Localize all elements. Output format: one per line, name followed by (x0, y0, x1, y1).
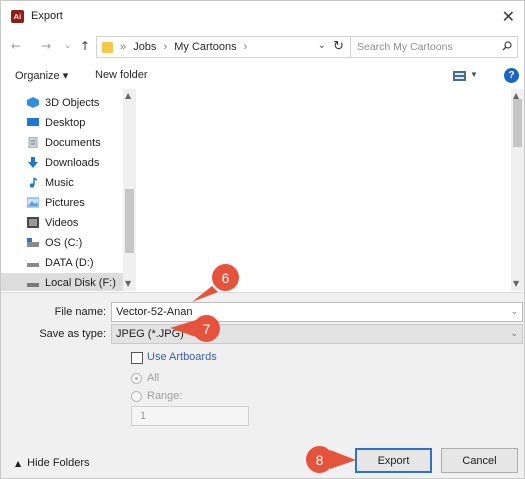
desktop-icon (27, 118, 39, 126)
dialog-title: Export (31, 10, 63, 22)
export-dialog: Ai Export ✕ ← → ⌄ ↑ » Jobs › My Cartoons… (0, 0, 525, 479)
arrow-left-icon[interactable]: ← (11, 39, 21, 53)
save-as-type-label: Save as type: (39, 328, 106, 340)
illustrator-app-icon: Ai (11, 10, 24, 23)
address-bar[interactable]: » Jobs › My Cartoons › ⌄ ↻ (96, 36, 351, 58)
file-name-label: File name: (54, 306, 106, 318)
view-dropdown-icon[interactable]: ▼ (470, 70, 478, 79)
save-options-panel: File name: Vector-52-Anan ⌄ Save as type… (1, 292, 524, 478)
search-input[interactable]: Search My Cartoons (350, 36, 518, 58)
export-button[interactable]: Export (355, 448, 432, 473)
range-radio-label: Range: (147, 390, 183, 402)
address-bar-row: ← → ⌄ ↑ » Jobs › My Cartoons › ⌄ ↻ Searc… (1, 33, 524, 61)
documents-icon (28, 137, 38, 148)
downloads-icon (28, 157, 38, 168)
step-6-badge: 6 (212, 264, 239, 291)
sidebar-item-os-c[interactable]: OS (C:) (1, 233, 123, 253)
arrow-right-icon[interactable]: → (41, 39, 51, 53)
pictures-icon (27, 197, 39, 208)
breadcrumb: » Jobs › My Cartoons › (120, 41, 251, 53)
file-list-scrollbar[interactable]: ▲ ▼ (511, 89, 524, 291)
sidebar-item-label: Documents (45, 137, 101, 149)
sidebar-item-label: OS (C:) (45, 237, 83, 249)
sidebar-item-label: Music (45, 177, 74, 189)
folder-icon (102, 42, 113, 53)
hide-folders-button[interactable]: ▲ Hide Folders (15, 457, 90, 469)
sidebar-item-label: DATA (D:) (45, 257, 94, 269)
sidebar-item-desktop[interactable]: Desktop (1, 113, 123, 133)
arrow-up-icon[interactable]: ↑ (80, 39, 90, 53)
all-radio[interactable] (131, 373, 142, 384)
chevron-right-icon: » (120, 41, 127, 53)
sidebar-item-videos[interactable]: Videos (1, 213, 123, 233)
range-value: 1 (140, 410, 147, 422)
scrollbar-thumb[interactable] (125, 189, 134, 253)
chevron-down-icon[interactable]: ⌄ (510, 328, 518, 339)
step-8-badge: 8 (306, 446, 333, 473)
chevron-down-icon[interactable]: ⌄ (510, 306, 518, 317)
sidebar-item-pictures[interactable]: Pictures (1, 193, 123, 213)
address-dropdown-icon[interactable]: ⌄ (318, 40, 326, 51)
sidebar-item-label: Local Disk (F:) (45, 277, 116, 289)
use-artboards-label[interactable]: Use Artboards (147, 351, 217, 363)
drive-icon (27, 263, 39, 267)
file-list-pane[interactable]: ▲ ▼ (137, 89, 524, 291)
drive-icon (27, 238, 39, 247)
step-7-badge: 7 (193, 315, 220, 342)
search-placeholder: Search My Cartoons (357, 41, 453, 53)
sidebar-item-label: Pictures (45, 197, 85, 209)
cancel-button[interactable]: Cancel (441, 448, 518, 473)
search-icon (502, 41, 512, 51)
chevron-down-icon[interactable]: ⌄ (64, 41, 72, 51)
sidebar-item-data-d[interactable]: DATA (D:) (1, 253, 123, 273)
scrollbar-thumb[interactable] (513, 99, 522, 147)
toolbar: Organize ▾ New folder ▼ ? (1, 63, 524, 89)
new-folder-button[interactable]: New folder (95, 69, 148, 81)
chevron-right-icon: › (243, 41, 248, 53)
navigation-pane: 3D Objects Desktop Documents Downloads M… (1, 89, 136, 291)
sidebar-item-label: Videos (45, 217, 79, 229)
use-artboards-checkbox[interactable] (131, 352, 143, 364)
navigation-scrollbar[interactable]: ▲ ▼ (123, 89, 136, 291)
help-icon[interactable]: ? (504, 68, 519, 83)
step-8-arrow (330, 450, 356, 469)
range-radio[interactable] (131, 391, 142, 402)
sidebar-item-label: Desktop (45, 117, 86, 129)
sidebar-item-local-disk-f[interactable]: Local Disk (F:) (1, 273, 123, 291)
sidebar-item-documents[interactable]: Documents (1, 133, 123, 153)
title-bar: Ai Export ✕ (1, 1, 524, 32)
file-name-value: Vector-52-Anan (116, 306, 193, 318)
breadcrumb-item-my-cartoons[interactable]: My Cartoons (174, 41, 236, 53)
hide-folders-label: Hide Folders (27, 457, 90, 469)
sidebar-item-3d-objects[interactable]: 3D Objects (1, 93, 123, 113)
sidebar-item-label: 3D Objects (45, 97, 100, 109)
breadcrumb-item-jobs[interactable]: Jobs (133, 41, 156, 53)
sidebar-item-music[interactable]: Music (1, 173, 123, 193)
videos-icon (27, 217, 39, 228)
view-options-icon[interactable] (453, 71, 466, 81)
scroll-down-icon[interactable]: ▼ (513, 279, 519, 288)
chevron-up-icon: ▲ (15, 459, 22, 468)
drive-icon (27, 283, 39, 287)
close-icon[interactable]: ✕ (502, 7, 515, 26)
scroll-down-icon[interactable]: ▼ (125, 279, 131, 288)
range-input[interactable]: 1 (131, 406, 249, 426)
sidebar-item-downloads[interactable]: Downloads (1, 153, 123, 173)
organize-button[interactable]: Organize ▾ (15, 69, 68, 82)
chevron-right-icon: › (163, 41, 168, 53)
3d-objects-icon (27, 97, 39, 108)
refresh-icon[interactable]: ↻ (333, 39, 344, 54)
all-radio-label: All (147, 372, 160, 384)
scroll-up-icon[interactable]: ▲ (125, 91, 131, 100)
music-icon (29, 177, 38, 188)
sidebar-item-label: Downloads (45, 157, 100, 169)
